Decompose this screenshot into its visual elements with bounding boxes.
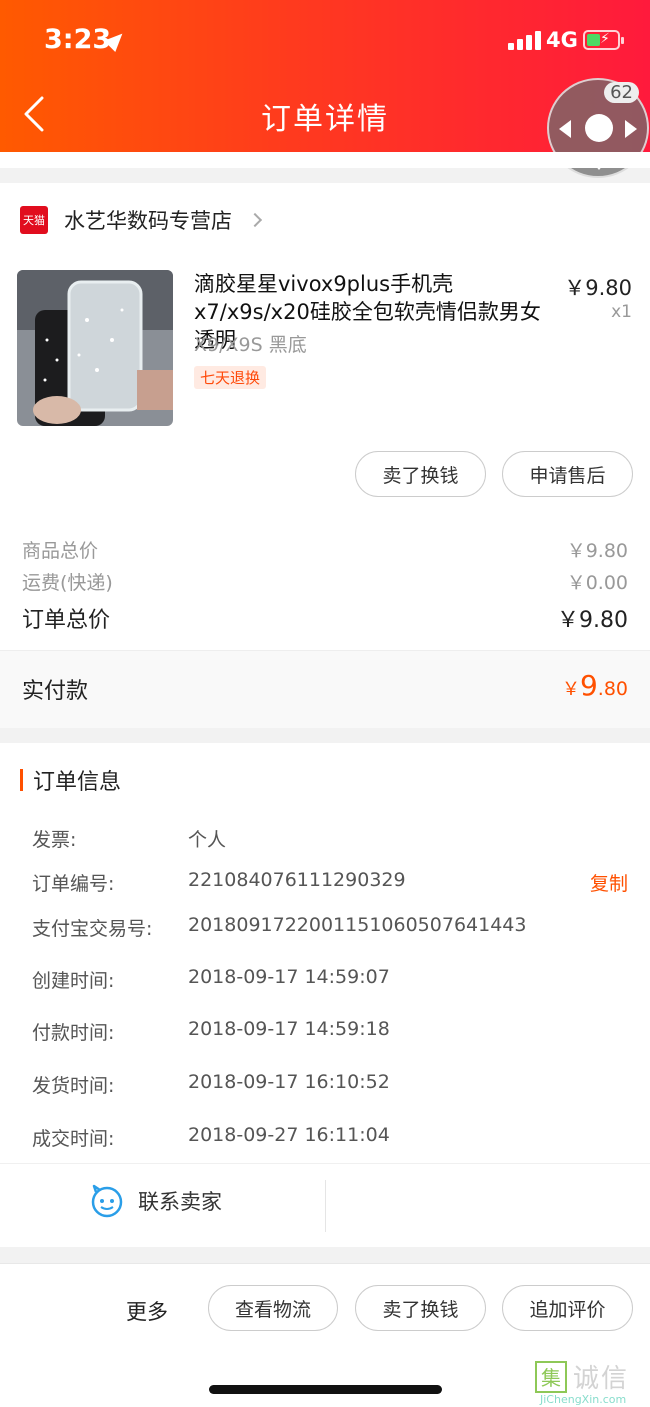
goods-total-row: 商品总价 ￥9.80 — [22, 536, 628, 563]
product-price: ￥9.80 — [564, 276, 632, 300]
order-number-row: 订单编号: 221084076111290329 — [32, 869, 406, 895]
order-info-card — [0, 743, 650, 1163]
home-indicator[interactable] — [209, 1385, 442, 1394]
contact-seller-label: 联系卖家 — [138, 1190, 222, 1214]
contact-row: 联系卖家 — [0, 1163, 650, 1247]
arrow-right-icon — [625, 120, 637, 138]
invoice-row: 发票: 个人 — [32, 829, 227, 851]
order-total-row: 订单总价 ￥9.80 — [22, 602, 628, 634]
shipping-value: ￥0.00 — [566, 572, 628, 594]
return-policy-tag: 七天退换 — [194, 366, 267, 389]
product-sku: X9/X9S 黑底 — [194, 334, 307, 356]
paid-time-row: 付款时间: 2018-09-17 14:59:18 — [32, 1018, 390, 1044]
actual-payment-row: 实付款 ￥9.80 — [0, 650, 650, 728]
section-accent-bar — [20, 769, 23, 791]
signal-icon — [508, 31, 541, 50]
assistive-center-icon — [585, 114, 613, 142]
goods-total-label: 商品总价 — [22, 540, 99, 562]
chat-mascot-icon — [91, 1184, 123, 1218]
sell-for-cash-bottom-button[interactable]: 卖了换钱 — [355, 1285, 486, 1331]
shop-row[interactable]: 天猫 水艺华数码专营店 — [20, 205, 263, 235]
after-sale-button[interactable]: 申请售后 — [502, 451, 633, 497]
float-badge: 62 — [604, 82, 639, 103]
product-quantity: x1 — [611, 302, 632, 322]
chevron-right-icon — [247, 212, 263, 228]
shipped-time-row: 发货时间: 2018-09-17 16:10:52 — [32, 1071, 390, 1097]
network-type: 4G — [546, 28, 578, 52]
order-total-value: ￥9.80 — [557, 608, 628, 633]
watermark-domain: JiChengXin.com — [540, 1393, 627, 1406]
created-time-row: 创建时间: 2018-09-17 14:59:07 — [32, 966, 390, 992]
tmall-icon: 天猫 — [20, 206, 48, 234]
order-info-header: 订单信息 — [20, 764, 121, 796]
arrow-left-icon — [559, 120, 571, 138]
watermark-logo: 集 诚信 — [535, 1358, 629, 1395]
sell-for-cash-button[interactable]: 卖了换钱 — [355, 451, 486, 497]
status-time: 3:23 — [44, 24, 112, 55]
shop-name: 水艺华数码专营店 — [64, 209, 232, 233]
top-strip — [0, 152, 650, 168]
battery-icon: ⚡ — [583, 30, 624, 50]
product-image[interactable] — [17, 270, 173, 426]
divider — [325, 1180, 326, 1232]
shipping-label: 运费(快递) — [22, 572, 113, 594]
goods-total-value: ￥9.80 — [566, 540, 628, 562]
actual-payment-label: 实付款 — [22, 679, 89, 704]
order-info-title: 订单信息 — [33, 770, 122, 795]
closed-time-row: 成交时间: 2018-09-27 16:11:04 — [32, 1124, 390, 1150]
view-logistics-button[interactable]: 查看物流 — [208, 1285, 338, 1331]
more-button[interactable]: 更多 — [126, 1296, 168, 1326]
contact-seller-button[interactable]: 联系卖家 — [90, 1184, 222, 1218]
add-review-button[interactable]: 追加评价 — [502, 1285, 633, 1331]
order-total-label: 订单总价 — [22, 608, 111, 633]
shipping-row: 运费(快递) ￥0.00 — [22, 568, 628, 595]
copy-order-number-button[interactable]: 复制 — [590, 869, 628, 896]
alipay-trade-row: 支付宝交易号: 2018091722001151060507641443 — [32, 914, 527, 940]
order-number: 221084076111290329 — [188, 869, 406, 891]
actual-payment-value: ￥9.80 — [561, 669, 628, 702]
